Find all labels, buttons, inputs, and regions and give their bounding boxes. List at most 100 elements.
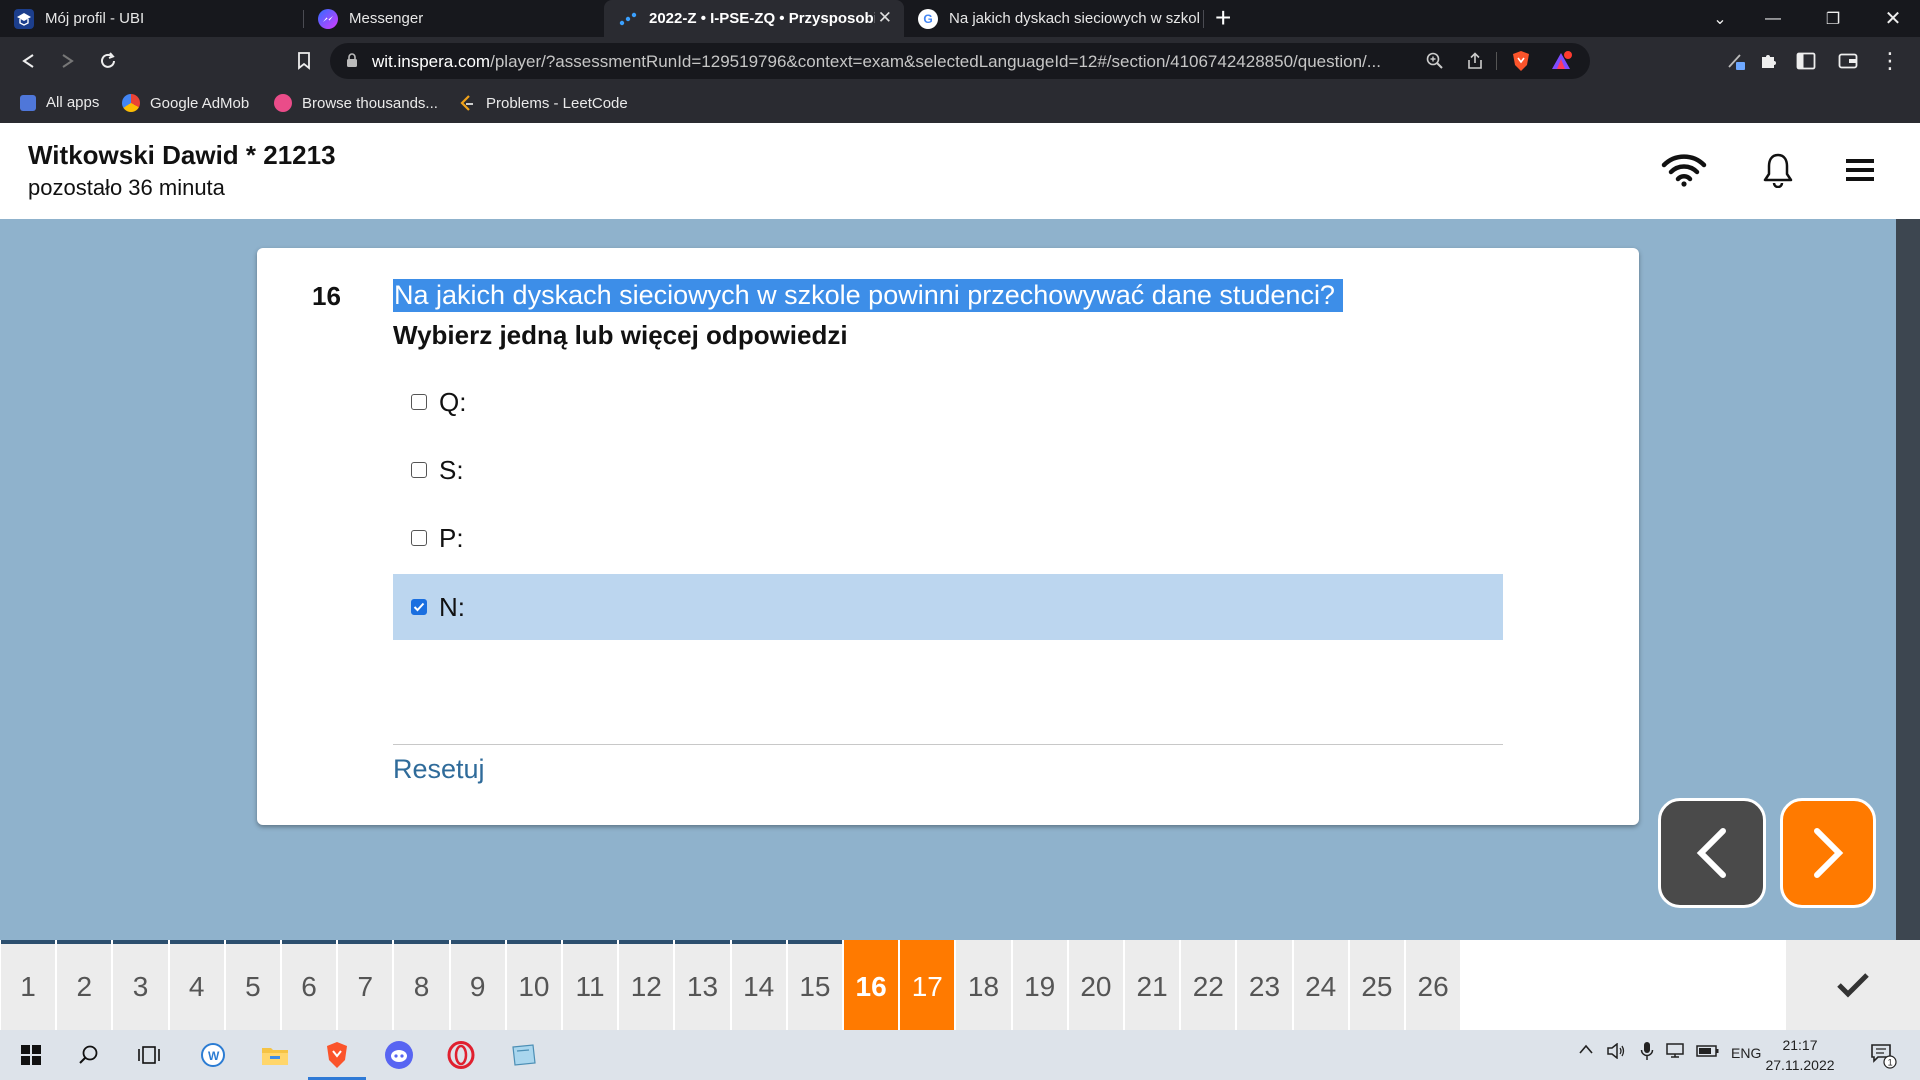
answer-option-q[interactable]: Q: <box>393 369 1503 435</box>
vpn-pen-icon[interactable] <box>1722 47 1750 75</box>
bookmark-leetcode[interactable]: Problems - LeetCode <box>458 94 628 112</box>
brave-rewards-icon[interactable] <box>1550 50 1572 72</box>
forward-button[interactable] <box>54 47 82 75</box>
new-tab-button[interactable]: + <box>1215 2 1231 34</box>
bookmark-dribbble[interactable]: Browse thousands... <box>274 94 438 112</box>
answer-option-s[interactable]: S: <box>393 437 1503 503</box>
share-icon[interactable] <box>1464 50 1486 72</box>
windows-start-icon[interactable] <box>12 1037 50 1073</box>
notes-app-icon[interactable] <box>504 1037 542 1073</box>
question-nav-item[interactable]: 11 <box>563 940 618 1030</box>
question-card: 16 Na jakich dyskach sieciowych w szkole… <box>257 248 1639 825</box>
checkbox-checked[interactable] <box>411 599 427 615</box>
question-nav-item[interactable]: 10 <box>506 940 561 1030</box>
option-label: N: <box>439 591 465 622</box>
bookmark-label: All apps <box>46 94 100 111</box>
brave-shield-icon[interactable] <box>1510 50 1532 72</box>
volume-icon[interactable] <box>1606 1042 1626 1062</box>
tray-chevron-up-icon[interactable] <box>1578 1042 1594 1058</box>
answer-option-n[interactable]: N: <box>393 574 1503 640</box>
next-question-button[interactable] <box>1780 798 1876 908</box>
question-nav-item[interactable]: 19 <box>1012 940 1067 1030</box>
bookmark-google-admob[interactable]: Google AdMob <box>122 94 249 112</box>
address-bar[interactable]: wit.inspera.com/player/?assessmentRunId=… <box>330 43 1590 79</box>
url-text: wit.inspera.com/player/?assessmentRunId=… <box>372 52 1412 72</box>
url-path: /player/?assessmentRunId=129519796&conte… <box>490 52 1381 71</box>
file-explorer-icon[interactable] <box>256 1037 294 1073</box>
checkbox[interactable] <box>411 462 427 478</box>
question-nav-item[interactable]: 23 <box>1237 940 1292 1030</box>
question-nav-item[interactable]: 25 <box>1349 940 1404 1030</box>
question-nav-item[interactable]: 2 <box>57 940 112 1030</box>
extensions-puzzle-icon[interactable] <box>1754 47 1782 75</box>
bookmarks-bar: All apps Google AdMob Browse thousands..… <box>0 85 1920 123</box>
question-nav-item[interactable]: 3 <box>113 940 168 1030</box>
question-nav-item[interactable]: 14 <box>731 940 786 1030</box>
close-window-button[interactable]: ✕ <box>1863 0 1920 37</box>
question-nav-item[interactable]: 6 <box>282 940 337 1030</box>
scrollbar[interactable] <box>1896 219 1920 940</box>
question-nav-item[interactable]: 7 <box>338 940 393 1030</box>
checkbox[interactable] <box>411 530 427 546</box>
question-nav-item[interactable]: 13 <box>675 940 730 1030</box>
back-button[interactable] <box>14 47 42 75</box>
close-tab-icon[interactable]: ✕ <box>878 8 892 28</box>
tab-inspera-active[interactable]: 2022-Z • I-PSE-ZQ • Przysposobie ✕ <box>604 0 904 37</box>
battery-icon[interactable] <box>1696 1044 1720 1061</box>
checkbox[interactable] <box>411 394 427 410</box>
bookmark-all-apps[interactable]: All apps <box>20 94 99 111</box>
question-nav-item[interactable]: 16 <box>844 940 899 1030</box>
question-nav-item[interactable]: 24 <box>1293 940 1348 1030</box>
question-nav-item[interactable]: 12 <box>619 940 674 1030</box>
tab-google-search[interactable]: G Na jakich dyskach sieciowych w szkole <box>904 0 1204 37</box>
network-icon[interactable] <box>1664 1043 1686 1062</box>
clock-date: 27.11.2022 <box>1765 1057 1835 1073</box>
toolbar-divider <box>1496 52 1497 70</box>
minimize-button[interactable]: — <box>1743 0 1803 37</box>
question-nav-item[interactable]: 4 <box>169 940 224 1030</box>
search-icon[interactable] <box>70 1037 108 1073</box>
tab-search-chevron-icon[interactable]: ⌄ <box>1690 0 1750 37</box>
bookmark-icon[interactable] <box>290 47 318 75</box>
microphone-icon[interactable] <box>1640 1041 1654 1064</box>
tab-messenger[interactable]: Messenger <box>304 0 604 37</box>
leetcode-icon <box>458 94 476 112</box>
tab-profile[interactable]: Mój profil - UBI <box>0 0 304 37</box>
question-nav-item[interactable]: 1 <box>1 940 56 1030</box>
brave-browser-icon[interactable] <box>308 1037 366 1080</box>
divider <box>393 744 1503 745</box>
browser-menu-icon[interactable]: ⋮ <box>1876 47 1904 75</box>
previous-question-button[interactable] <box>1658 798 1766 908</box>
question-nav-item[interactable]: 22 <box>1181 940 1236 1030</box>
question-nav-item[interactable]: 15 <box>787 940 842 1030</box>
question-nav-item[interactable]: 26 <box>1406 940 1461 1030</box>
question-nav-item[interactable]: 5 <box>225 940 280 1030</box>
question-number: 16 <box>312 281 341 311</box>
restore-button[interactable]: ❐ <box>1803 0 1863 37</box>
question-nav-item[interactable]: 18 <box>956 940 1011 1030</box>
zoom-icon[interactable] <box>1424 50 1446 72</box>
wallet-icon[interactable] <box>1834 47 1862 75</box>
word-app-icon[interactable]: W <box>194 1037 232 1073</box>
question-nav-item[interactable]: 21 <box>1125 940 1180 1030</box>
checkmark-icon <box>413 602 425 612</box>
answer-option-p[interactable]: P: <box>393 505 1503 571</box>
task-view-icon[interactable] <box>130 1037 168 1073</box>
question-nav-item[interactable]: 8 <box>394 940 449 1030</box>
messenger-icon <box>318 8 338 29</box>
system-clock[interactable]: 21:17 27.11.2022 <box>1755 1035 1845 1075</box>
hamburger-menu-icon[interactable] <box>1836 148 1884 192</box>
notifications-bell-icon[interactable] <box>1754 148 1802 192</box>
question-nav-item[interactable]: 9 <box>450 940 505 1030</box>
reset-button[interactable]: Resetuj <box>393 754 485 785</box>
question-nav-item[interactable]: 17 <box>900 940 955 1030</box>
action-center-icon[interactable]: 1 <box>1864 1037 1902 1073</box>
discord-icon[interactable] <box>380 1037 418 1073</box>
wifi-icon[interactable] <box>1660 148 1708 192</box>
reload-button[interactable] <box>94 47 122 75</box>
opera-icon[interactable] <box>442 1037 480 1073</box>
sidebar-toggle-icon[interactable] <box>1792 47 1820 75</box>
submit-exam-button[interactable] <box>1786 940 1920 1030</box>
question-nav-item[interactable]: 20 <box>1068 940 1123 1030</box>
exam-header: Witkowski Dawid * 21213 pozostało 36 min… <box>0 123 1920 219</box>
